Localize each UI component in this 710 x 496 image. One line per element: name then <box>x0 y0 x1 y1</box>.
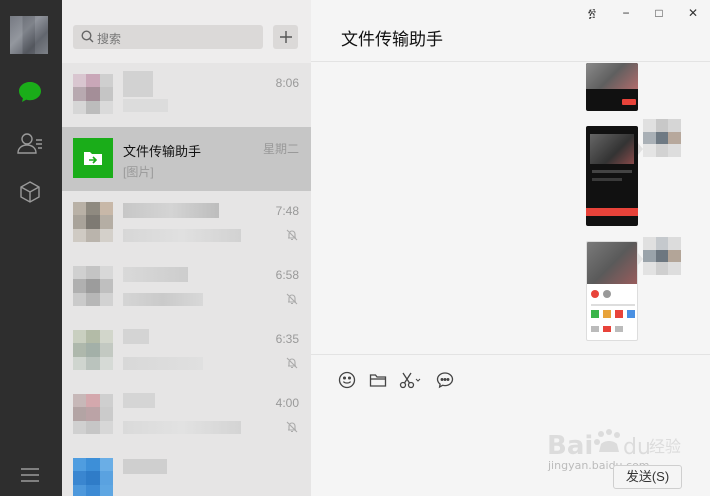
message-list <box>311 63 710 354</box>
chat-list-item[interactable] <box>62 447 311 496</box>
search-input[interactable]: 搜索 <box>73 25 263 49</box>
message-time: 6:58 <box>275 268 299 282</box>
message-time: 星期二 <box>262 142 299 156</box>
contact-avatar <box>73 458 113 496</box>
blurred-name <box>123 459 167 474</box>
send-button[interactable]: 发送(S) <box>613 465 682 489</box>
chat-list-item[interactable]: 6:58 <box>62 255 311 319</box>
mute-bell-icon <box>286 421 298 433</box>
minimize-button[interactable]: − <box>616 5 636 21</box>
chat-header: 文件传输助手 ፳ − □ ✕ <box>311 0 710 62</box>
chat-list-panel: 搜索 8:06 文件传输助手 [图片] 星期二 7:48 6:58 6:35 4… <box>62 0 311 496</box>
message-time: 4:00 <box>275 396 299 410</box>
search-placeholder: 搜索 <box>97 32 122 46</box>
chat-list-item[interactable]: 6:35 <box>62 319 311 383</box>
svg-text:du: du <box>623 435 651 460</box>
blurred-name <box>123 393 155 408</box>
contact-avatar <box>73 394 113 434</box>
mute-bell-icon <box>286 229 298 241</box>
cube-icon[interactable] <box>15 177 45 207</box>
chat-preview: [图片] <box>123 165 154 179</box>
folder-arrow-icon <box>84 152 102 165</box>
blurred-name <box>123 71 153 97</box>
plus-icon <box>279 31 292 43</box>
sender-avatar <box>643 119 681 157</box>
blurred-preview <box>123 229 241 242</box>
message-time: 6:35 <box>275 332 299 346</box>
blurred-name <box>123 267 188 282</box>
maximize-button[interactable]: □ <box>649 5 669 21</box>
user-avatar[interactable] <box>10 16 48 54</box>
pin-button[interactable]: ፳ <box>582 5 602 21</box>
contact-avatar <box>73 266 113 306</box>
image-message[interactable] <box>586 241 638 341</box>
blurred-preview <box>123 357 203 370</box>
emoji-icon[interactable] <box>338 371 356 389</box>
blurred-preview <box>123 293 203 306</box>
chat-list-item[interactable]: 4:00 <box>62 383 311 447</box>
scissors-icon[interactable] <box>399 371 421 389</box>
chat-name: 文件传输助手 <box>123 144 202 159</box>
file-transfer-avatar <box>73 138 113 178</box>
message-time: 7:48 <box>275 204 299 218</box>
folder-icon[interactable] <box>369 371 387 389</box>
contact-avatar <box>73 330 113 370</box>
hamburger-icon[interactable] <box>15 460 45 490</box>
blurred-name <box>123 329 149 344</box>
image-message[interactable] <box>586 63 638 111</box>
chat-list-item[interactable]: 8:06 <box>62 63 311 127</box>
search-icon <box>81 30 94 43</box>
message-time: 8:06 <box>275 76 299 90</box>
search-row: 搜索 <box>62 0 311 63</box>
blurred-preview <box>123 99 168 112</box>
chat-list-item[interactable]: 7:48 <box>62 191 311 255</box>
blurred-preview <box>123 421 241 434</box>
chat-title: 文件传输助手 <box>341 30 443 49</box>
mute-bell-icon <box>286 357 298 369</box>
contacts-icon[interactable] <box>15 128 45 158</box>
chat-history-icon[interactable] <box>436 371 454 389</box>
contact-avatar <box>73 202 113 242</box>
blurred-name <box>123 203 219 218</box>
sidebar <box>0 0 62 496</box>
svg-text:Bai: Bai <box>547 431 593 461</box>
add-button[interactable] <box>273 25 298 49</box>
contact-avatar <box>73 74 113 114</box>
sender-avatar <box>643 237 681 275</box>
image-message[interactable] <box>586 126 638 226</box>
composer-toolbar <box>311 354 710 402</box>
svg-text:经验: 经验 <box>649 437 681 456</box>
chat-list-item-file-transfer[interactable]: 文件传输助手 [图片] 星期二 <box>62 127 311 191</box>
close-button[interactable]: ✕ <box>683 5 703 21</box>
mute-bell-icon <box>286 293 298 305</box>
chat-bubble-icon[interactable] <box>15 77 45 107</box>
